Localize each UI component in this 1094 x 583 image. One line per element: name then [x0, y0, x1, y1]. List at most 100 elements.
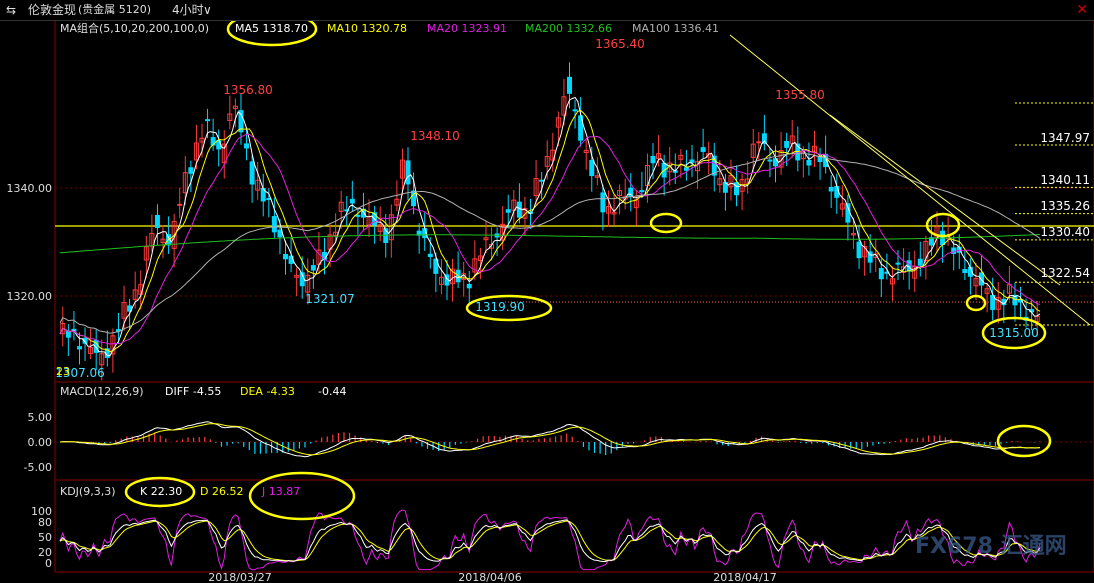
kdj-d: D 26.52: [200, 485, 243, 498]
macd-tick-minus5: -5.00: [24, 461, 52, 474]
price-low-label-3: 1315.00: [989, 326, 1039, 340]
ma-group-label: MA组合(5,10,20,200,100,0): [60, 21, 209, 35]
candle-body: [310, 265, 316, 271]
candle-body: [516, 201, 522, 218]
candle-body: [505, 209, 511, 213]
candle-body: [177, 203, 183, 206]
candle-body: [650, 155, 656, 164]
candle-body: [895, 262, 901, 265]
candle-body: [589, 159, 595, 177]
price-high-label-1: 1356.80: [223, 83, 273, 97]
close-icon[interactable]: ✕: [1076, 0, 1088, 20]
candle-body: [689, 159, 695, 163]
candle-body: [271, 216, 277, 233]
ellipse-pullback-1: [649, 212, 683, 234]
macd-value: -0.44: [318, 385, 346, 398]
instrument-name: 伦敦金现: [28, 3, 77, 17]
candle-body: [572, 109, 578, 112]
kdj-j: J 13.87: [261, 485, 300, 498]
date-label-3: 2018/04/17: [713, 571, 776, 583]
chart-canvas[interactable]: 1340.00 1320.00 5.00 0.00 -5.00 100 80 5…: [0, 0, 1094, 583]
title-bar: ⇆ 伦敦金现 (贵金属 5120) 4小时 ∨ ✕: [0, 0, 1094, 21]
price-high-label-3: 1365.40: [595, 37, 645, 51]
price-panel-frame: [54, 19, 1094, 383]
date-label-1: 2018/03/27: [208, 571, 271, 583]
candle-body: [828, 186, 834, 192]
candle-body: [806, 159, 812, 166]
candle-body: [427, 253, 433, 258]
candle-body: [349, 198, 355, 204]
corner-label: 23: [56, 365, 70, 378]
level-label-3: 1335.26: [1040, 199, 1090, 213]
watermark: FX678 汇通网: [915, 534, 1067, 559]
candle-body: [566, 76, 572, 94]
kdj-tick-50: 50: [38, 531, 52, 544]
ma5-line: [59, 96, 1041, 357]
candle-body: [784, 140, 790, 148]
candle-body: [878, 268, 884, 280]
macd-diff: DIFF -4.55: [165, 385, 221, 398]
candle-body: [244, 143, 250, 149]
kdj-panel: [59, 509, 1041, 571]
candle-body: [205, 119, 211, 122]
ma100-legend: MA100 1336.41: [632, 22, 719, 35]
candle-body: [600, 192, 606, 213]
kdj-label: KDJ(9,3,3): [60, 485, 116, 498]
kdj-j-line: [59, 509, 1041, 571]
candle-body: [683, 167, 689, 171]
candle-body: [700, 147, 706, 152]
candle-body: [188, 167, 194, 174]
candle-body: [639, 190, 645, 193]
moving-averages: [59, 96, 1041, 357]
trend-lines: [729, 34, 1091, 326]
price-high-label-4: 1355.80: [775, 88, 825, 102]
candle-body: [539, 179, 545, 182]
candle-body: [76, 346, 82, 350]
candle-body: [834, 186, 840, 198]
candle-body: [466, 283, 472, 289]
macd-dea: DEA -4.33: [240, 385, 295, 398]
price-high-label-2: 1348.10: [410, 129, 460, 143]
kdj-tick-0: 0: [45, 557, 52, 570]
y-tick-1320: 1320.00: [7, 290, 53, 303]
candle-body: [405, 160, 411, 185]
candle-body: [277, 229, 283, 238]
nav-arrows-icon[interactable]: ⇆: [6, 0, 16, 20]
candle-body: [355, 214, 361, 217]
trend-line-upper: [729, 34, 1091, 326]
kdj-tick-80: 80: [38, 516, 52, 529]
candle-body: [817, 157, 823, 163]
period-label[interactable]: 4小时: [172, 0, 204, 20]
macd-tick-5: 5.00: [28, 411, 53, 424]
candlesticks: [60, 62, 1040, 381]
macd-tick-0: 0.00: [28, 436, 53, 449]
candle-body: [856, 241, 862, 259]
ellipse-macd: [996, 424, 1052, 458]
level-label-2: 1340.11: [1040, 173, 1090, 187]
candle-body: [65, 330, 71, 338]
candle-body: [928, 237, 934, 246]
ma10-line: [59, 109, 1041, 353]
macd-panel: [59, 421, 1041, 458]
candle-body: [756, 141, 762, 144]
candle-body: [266, 198, 272, 201]
instrument-code: (贵金属 5120): [78, 3, 152, 16]
level-label-1: 1347.97: [1040, 131, 1090, 145]
date-label-2: 2018/04/06: [458, 571, 521, 583]
ma10-legend: MA10 1320.78: [327, 22, 407, 35]
price-low-label-1: 1321.07: [305, 292, 355, 306]
ma5-legend: MA5 1318.70: [235, 22, 308, 35]
price-low-label-2: 1319.90: [475, 300, 525, 314]
kdj-k: K 22.30: [140, 485, 182, 498]
y-tick-1340: 1340.00: [7, 182, 53, 195]
level-label-5: 1322.54: [1040, 266, 1090, 280]
candle-body: [767, 159, 773, 162]
chevron-down-icon[interactable]: ∨: [203, 0, 212, 20]
candle-body: [249, 161, 255, 185]
candle-body: [962, 269, 968, 273]
chart-window: 1340.00 1320.00 5.00 0.00 -5.00 100 80 5…: [0, 0, 1094, 583]
ma20-legend: MA20 1323.91: [427, 22, 507, 35]
candle-body: [917, 258, 923, 266]
ma200-legend: MA200 1332.66: [525, 22, 612, 35]
level-label-4: 1330.40: [1040, 225, 1090, 239]
